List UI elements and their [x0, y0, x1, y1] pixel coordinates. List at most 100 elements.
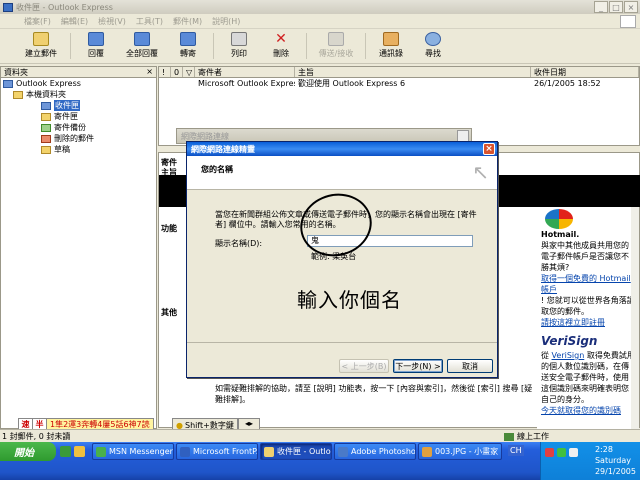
outlook-task-icon [264, 447, 274, 457]
task-frontpage[interactable]: Microsoft FrontP... [176, 443, 258, 460]
back-button[interactable]: < 上一步(B) [339, 359, 389, 373]
wizard-heading: 您的名稱 [201, 165, 233, 174]
forward-icon [180, 32, 196, 46]
outlook-express-icon [3, 79, 13, 88]
col-priority[interactable]: ! [159, 67, 171, 77]
tray-security-icon[interactable] [545, 448, 554, 457]
wizard-close-button[interactable]: × [483, 143, 495, 155]
wizard-header: 您的名稱 ↖ [187, 156, 497, 190]
print-button[interactable]: 列印 [218, 30, 260, 62]
quick-launch-desktop-icon[interactable] [60, 446, 71, 457]
clock[interactable]: 2:28 Saturday 29/1/2005 [595, 444, 636, 477]
msn-butterfly-icon [545, 209, 573, 229]
toolbar-separator [213, 33, 214, 59]
delete-x-icon: ✕ [275, 31, 287, 47]
verisign-inline-link[interactable]: VeriSign [552, 351, 585, 360]
photoshop-icon [338, 447, 348, 457]
preview-other-label: 其他 [161, 308, 177, 317]
tray-volume-icon[interactable] [569, 448, 578, 457]
reply-all-icon [134, 32, 150, 46]
quick-launch-ie-icon[interactable] [74, 446, 85, 457]
hotmail-text: 與家中其他成員共用您的電子郵件帳戶是否讓您不勝其煩? [541, 241, 629, 272]
minimize-button[interactable]: _ [594, 1, 608, 13]
ad-sidebar: Hotmail. 與家中其他成員共用您的電子郵件帳戶是否讓您不勝其煩? 取得一個… [537, 207, 639, 429]
task-outlook[interactable]: 收件匣 - Outloo... [260, 443, 332, 460]
title-bar[interactable]: 收件匣 - Outlook Express _ □ × [0, 0, 640, 14]
wizard-title-bar[interactable]: 網際網路連線精靈 × [187, 142, 497, 156]
online-icon [504, 432, 514, 441]
handwritten-annotation: 輸入你個名 [297, 288, 402, 312]
cancel-button[interactable]: 取消 [447, 359, 493, 373]
preview-features-label: 功能 [161, 224, 177, 233]
outlook-window: 收件匣 - Outlook Express _ □ × 檔案(F) 編輯(E) … [0, 0, 640, 442]
menu-file[interactable]: 檔案(F) [24, 16, 51, 27]
toolbar-separator [365, 33, 366, 59]
hotmail-title: Hotmail. [541, 230, 580, 239]
tree-deleted-items[interactable]: 刪除的郵件 [1, 133, 156, 144]
window-controls: _ □ × [594, 1, 638, 13]
menu-tools[interactable]: 工具(T) [136, 16, 163, 27]
verisign-link[interactable]: 今天就取得您的識別碼 [537, 405, 639, 416]
col-received[interactable]: 收件日期 [531, 67, 639, 77]
close-pane-icon[interactable]: × [146, 67, 153, 76]
hotmail-link[interactable]: 取得一個免費的 Hotmail 帳戶 [537, 273, 639, 295]
col-flag[interactable]: ▽ [183, 67, 195, 77]
close-window-button[interactable]: × [624, 1, 638, 13]
drafts-icon [41, 145, 51, 154]
outlook-app-icon [3, 2, 13, 12]
folder-pane: 資料夾 × Outlook Express 本機資料夾 收件匣 寄件匣 寄件備份… [0, 66, 157, 429]
tree-outbox[interactable]: 寄件匣 [1, 111, 156, 122]
task-paint[interactable]: 003.JPG - 小畫家 [418, 443, 502, 460]
reply-icon [88, 32, 104, 46]
message-list-header: ! 0 ▽ 寄件者 主旨 收件日期 [159, 67, 639, 78]
window-title: 收件匣 - Outlook Express [16, 2, 113, 12]
tree-drafts[interactable]: 草稿 [1, 144, 156, 155]
task-photoshop[interactable]: Adobe Photoshop [334, 443, 416, 460]
col-subject[interactable]: 主旨 [295, 67, 531, 77]
address-book-button[interactable]: 通訊錄 [370, 30, 412, 62]
paint-icon [422, 447, 432, 457]
tray-icons [545, 448, 578, 457]
clock-time: 2:28 [594, 445, 613, 454]
message-row[interactable]: Microsoft Outlook Expres... 歡迎使用 Outlook… [159, 78, 639, 89]
start-button[interactable]: 開始 [0, 442, 56, 461]
menu-bar: 檔案(F) 編輯(E) 檢視(V) 工具(T) 郵件(M) 說明(H) [0, 14, 640, 29]
status-bar: 1 封郵件, 0 封未讀 線上工作 [0, 429, 640, 442]
menu-edit[interactable]: 編輯(E) [61, 16, 88, 27]
hotmail-text-2: ! 您就可以從世界各角落讀取您的郵件。 [541, 296, 635, 316]
status-left: 1 封郵件, 0 封未讀 [2, 432, 71, 441]
col-from[interactable]: 寄件者 [195, 67, 295, 77]
maximize-button[interactable]: □ [609, 1, 623, 13]
wizard-button-separator [187, 342, 497, 343]
language-indicator[interactable]: CH [508, 445, 524, 456]
taskbar: 開始 MSN Messenger Microsoft FrontP... 收件匣… [0, 442, 640, 480]
tree-root[interactable]: Outlook Express [1, 78, 156, 89]
message-date: 26/1/2005 18:52 [534, 79, 601, 88]
hotmail-register-link[interactable]: 請按這裡立即註冊 [537, 317, 639, 328]
reply-button[interactable]: 回覆 [75, 30, 117, 62]
connection-wizard-dialog: 網際網路連線精靈 × 您的名稱 ↖ 當您在新聞群組公佈文章或傳送電子郵件時，您的… [186, 141, 498, 378]
new-mail-button[interactable]: 建立郵件 [16, 30, 66, 62]
menu-view[interactable]: 檢視(V) [98, 16, 126, 27]
tree-sent-items[interactable]: 寄件備份 [1, 122, 156, 133]
next-button[interactable]: 下一步(N) > [393, 359, 443, 373]
reply-all-button[interactable]: 全部回覆 [117, 30, 167, 62]
inbox-icon [41, 101, 51, 110]
tree-local-folders[interactable]: 本機資料夾 [1, 89, 156, 100]
send-receive-button[interactable]: 傳送/接收 [311, 30, 361, 62]
outbox-icon [41, 112, 51, 121]
tray-network-icon[interactable] [557, 448, 566, 457]
delete-button[interactable]: ✕ 刪除 [260, 30, 302, 62]
menu-message[interactable]: 郵件(M) [173, 16, 202, 27]
message-from: Microsoft Outlook Expres... [198, 79, 295, 88]
preview-scrollbar[interactable] [631, 207, 639, 429]
frontpage-icon [180, 447, 190, 457]
col-attachment[interactable]: 0 [171, 67, 183, 77]
find-button[interactable]: 尋找 [412, 30, 454, 62]
task-msn-messenger[interactable]: MSN Messenger [92, 443, 174, 460]
toolbar: 建立郵件 回覆 全部回覆 轉寄 列印 ✕ 刪除 傳送/接收 通訊錄 尋找 [0, 30, 640, 64]
forward-button[interactable]: 轉寄 [167, 30, 209, 62]
menu-help[interactable]: 說明(H) [212, 16, 240, 27]
local-folders-icon [13, 90, 23, 99]
tree-inbox[interactable]: 收件匣 [1, 100, 156, 111]
